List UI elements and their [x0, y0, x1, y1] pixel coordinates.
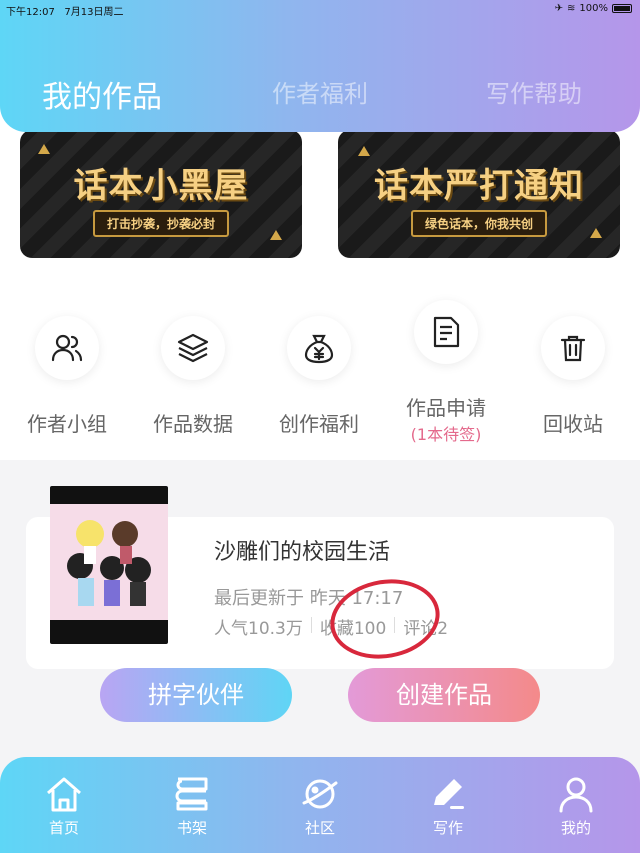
layers-icon — [161, 316, 225, 380]
tab-my-works[interactable]: 我的作品 — [42, 72, 162, 116]
nav-label: 首页 — [48, 819, 79, 837]
banner-subtitle: 打击抄袭，抄袭必封 — [92, 210, 230, 237]
battery-icon — [612, 4, 632, 13]
battery-label: 100% — [579, 3, 608, 14]
nav-label: 我的 — [560, 819, 591, 837]
trash-icon — [541, 316, 605, 380]
tab-writing-help[interactable]: 写作帮助 — [486, 74, 582, 109]
quick-creation-benefits[interactable]: 创作福利 — [264, 316, 374, 437]
quick-author-group[interactable]: 作者小组 — [12, 316, 122, 437]
stat-divider — [310, 617, 312, 633]
group-icon — [35, 316, 99, 380]
status-time: 下午12:07 — [6, 7, 55, 18]
bookshelf-icon — [175, 777, 208, 811]
decor-triangle-icon — [590, 228, 602, 238]
planet-icon — [302, 779, 338, 809]
banner-title: 话本小黑屋 — [73, 166, 249, 206]
nav-label: 书架 — [176, 819, 207, 837]
decor-triangle-icon — [358, 146, 370, 156]
home-icon — [47, 777, 81, 812]
partner-button[interactable]: 拼字伙伴 — [100, 668, 292, 722]
quick-label: 创作福利 — [279, 412, 359, 436]
nav-bookshelf[interactable]: 书架 — [152, 775, 232, 838]
banner-subtitle: 绿色话本，你我共创 — [410, 210, 548, 237]
pen-icon — [434, 779, 464, 809]
money-bag-icon — [287, 316, 351, 380]
quick-label: 作品数据 — [153, 412, 233, 436]
decor-triangle-icon — [38, 144, 50, 154]
quick-label: 作品申请 — [406, 396, 486, 420]
quick-work-application[interactable]: 作品申请 (1本待签) — [391, 300, 501, 445]
airplane-icon: ✈ — [554, 3, 564, 14]
quick-label: 作者小组 — [27, 412, 107, 436]
nav-profile[interactable]: 我的 — [536, 775, 616, 838]
status-bar: 下午12:07 7月13日周二 ✈ ≋ 100% — [0, 0, 640, 18]
nav-label: 社区 — [304, 819, 335, 837]
work-cover-image[interactable] — [50, 486, 168, 644]
quick-label: 回收站 — [543, 412, 603, 436]
nav-write[interactable]: 写作 — [408, 775, 488, 838]
nav-label: 写作 — [432, 819, 463, 837]
banner-title: 话本严打通知 — [374, 166, 584, 206]
wifi-icon: ≋ — [567, 3, 576, 14]
create-work-button[interactable]: 创建作品 — [348, 668, 540, 722]
quick-actions: 作者小组 作品数据 创作福利 作品申请 (1本待签) 回收站 — [0, 300, 640, 456]
status-date: 7月13日周二 — [64, 7, 124, 18]
bottom-nav: 首页 书架 社区 写作 我的 — [0, 757, 640, 853]
cover-art — [50, 504, 168, 620]
nav-home[interactable]: 首页 — [24, 775, 104, 838]
nav-community[interactable]: 社区 — [280, 775, 360, 838]
user-icon — [559, 777, 593, 813]
banner-blacklist[interactable]: 话本小黑屋 打击抄袭，抄袭必封 — [20, 130, 302, 258]
work-title[interactable]: 沙雕们的校园生活 — [214, 534, 390, 566]
quick-work-data[interactable]: 作品数据 — [138, 316, 248, 437]
pending-count: (1本待签) — [410, 425, 482, 444]
tab-author-benefits[interactable]: 作者福利 — [272, 74, 368, 109]
banner-notice[interactable]: 话本严打通知 绿色话本，你我共创 — [338, 130, 620, 258]
tab-bar: 我的作品 作者福利 写作帮助 — [0, 72, 640, 116]
decor-triangle-icon — [270, 230, 282, 240]
document-icon — [414, 300, 478, 364]
stat-popularity: 人气10.3万 — [214, 619, 303, 639]
header: 下午12:07 7月13日周二 ✈ ≋ 100% 我的作品 作者福利 写作帮助 — [0, 0, 640, 132]
quick-recycle-bin[interactable]: 回收站 — [518, 316, 628, 437]
